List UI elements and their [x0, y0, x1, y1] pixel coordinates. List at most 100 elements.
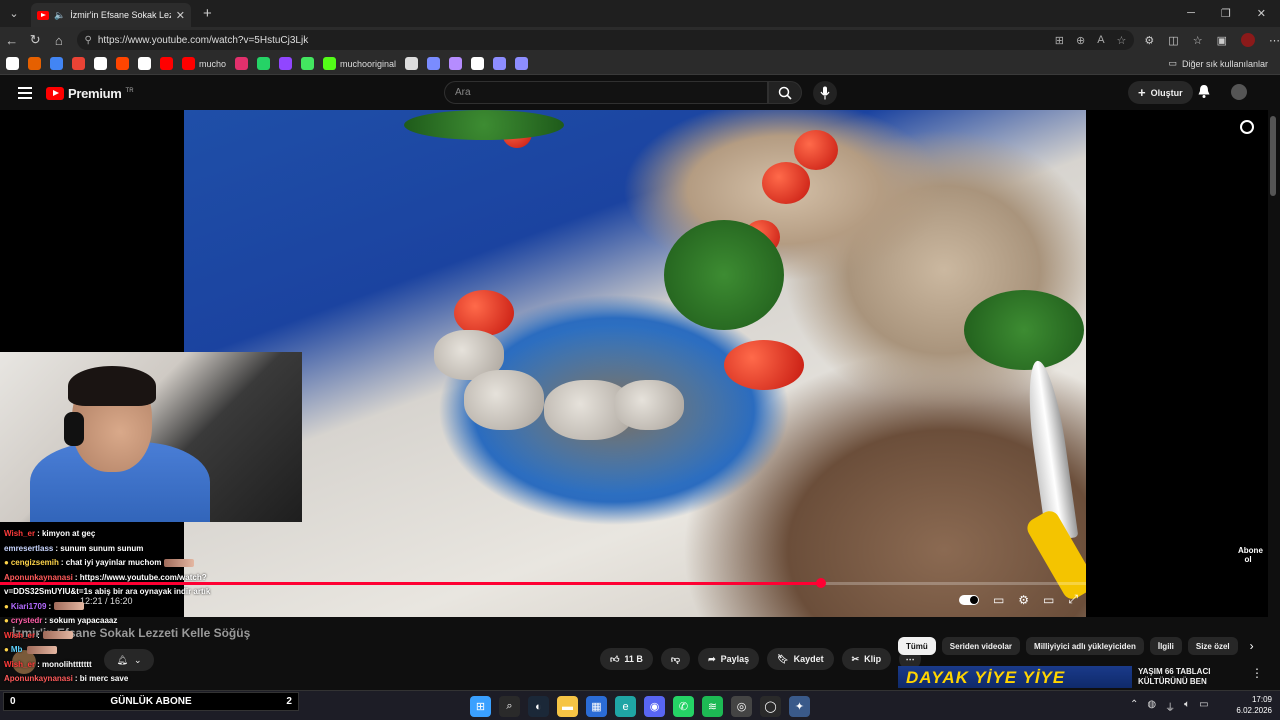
app-icon[interactable]: ✦ — [789, 696, 810, 717]
filter-chip[interactable]: Size özel — [1187, 637, 1238, 655]
search-button[interactable] — [768, 81, 802, 104]
bookmark-item[interactable] — [493, 57, 507, 70]
filter-chip[interactable]: Tümü — [898, 637, 936, 655]
discord-icon[interactable]: ◉ — [644, 696, 665, 717]
search-icon[interactable]: ⌕ — [499, 696, 520, 717]
scrollbar-thumb[interactable] — [1270, 116, 1276, 196]
store-icon[interactable]: ▦ — [586, 696, 607, 717]
info-icon[interactable] — [1240, 120, 1254, 134]
tray-overflow-icon[interactable]: ⌃ — [1130, 699, 1138, 714]
new-tab-button[interactable]: + — [203, 5, 212, 22]
bookmark-item[interactable] — [50, 57, 63, 70]
site-info-icon[interactable]: ⚲ — [85, 35, 92, 46]
speaker-icon[interactable]: 🔈 — [54, 10, 65, 21]
clip-button[interactable]: ✂ Klip — [841, 648, 892, 670]
collections-icon[interactable]: ▣ — [1217, 34, 1227, 47]
recommended-thumbnail[interactable]: DAYAK YİYE YİYE — [898, 666, 1132, 688]
spotify-icon[interactable]: ≋ — [702, 696, 723, 717]
stream-chat-overlay: Wish_er: kimyon at geç emresertlass: sunu… — [0, 527, 300, 690]
fullscreen-icon[interactable]: ⤢ — [1068, 592, 1078, 607]
voice-search-button[interactable] — [813, 81, 837, 105]
taskbar-clock[interactable]: 17:09 6.02.2026 — [1230, 694, 1272, 716]
video-frame[interactable] — [184, 110, 1086, 617]
bookmark-item[interactable] — [235, 57, 249, 70]
other-favorites[interactable]: ▭ Diğer sık kullanılanlar — [1168, 58, 1280, 69]
bookmark-item[interactable] — [301, 57, 315, 70]
extensions-icon[interactable]: ⚙ — [1144, 34, 1154, 47]
reload-icon[interactable]: ↻ — [24, 32, 48, 48]
youtube-logo[interactable]: Premium TR — [46, 86, 134, 101]
bookmark-item[interactable] — [279, 57, 293, 70]
bookmark-item[interactable] — [94, 57, 107, 70]
windows-icon[interactable]: ⊞ — [470, 696, 491, 717]
youtube-logo-icon — [46, 86, 64, 100]
chat-message: Aponunkaynanasi: https://www.youtube.com… — [0, 571, 300, 586]
account-avatar[interactable] — [1231, 84, 1247, 100]
save-button[interactable]: 🔖︎ Kaydet — [767, 648, 834, 670]
bookmark-item[interactable] — [72, 57, 85, 70]
bookmark-item[interactable]: muchooriginal — [323, 57, 396, 70]
volume-icon[interactable]: 🔈︎ — [1184, 699, 1190, 714]
filter-chip[interactable]: Milliyiyici adlı yükleyiciden — [1026, 637, 1144, 655]
app-icon[interactable]: ◎ — [731, 696, 752, 717]
folder-icon[interactable]: ▬ — [557, 696, 578, 717]
bookmark-item[interactable] — [6, 57, 19, 70]
profile-avatar[interactable] — [1240, 33, 1255, 47]
bookmark-item[interactable] — [160, 57, 173, 70]
autoplay-toggle[interactable] — [958, 594, 979, 605]
back-icon[interactable]: ← — [0, 33, 24, 48]
favorite-star-icon[interactable]: ☆ — [1117, 34, 1127, 47]
subscribe-watermark[interactable]: Abone ol — [1238, 546, 1263, 568]
bookmark-item[interactable] — [427, 57, 441, 70]
notifications-bell-icon[interactable] — [1197, 84, 1211, 104]
bookmark-item[interactable]: mucho — [182, 57, 226, 70]
recommended-more-icon[interactable]: ⋮ — [1251, 666, 1263, 680]
page-scrollbar[interactable] — [1270, 110, 1278, 690]
bookmark-item[interactable] — [405, 57, 419, 70]
tab-list-icon[interactable]: ⌄ — [3, 3, 25, 25]
tray-app-icon[interactable]: ◍ — [1147, 699, 1156, 714]
battery-icon[interactable]: ▭ — [1199, 699, 1208, 714]
split-screen-icon[interactable]: ◫ — [1168, 34, 1178, 47]
app-icon[interactable]: ◯ — [760, 696, 781, 717]
app-available-icon[interactable]: ⊞ — [1055, 34, 1064, 47]
minimize-icon[interactable]: ─ — [1187, 7, 1195, 20]
chevron-right-icon[interactable]: › — [1250, 637, 1254, 655]
scrubber-handle[interactable] — [816, 578, 827, 588]
zoom-icon[interactable]: ⊕ — [1076, 34, 1085, 47]
network-icon[interactable]: ⏚ — [1165, 699, 1175, 714]
dislike-button[interactable]: 👎︎ — [660, 648, 691, 670]
favorites-icon[interactable]: ☆ — [1193, 34, 1203, 47]
bookmark-item[interactable] — [471, 57, 485, 70]
chat-text: : sunum sunum sunum — [55, 543, 144, 553]
browser-tab[interactable]: 🔈 İzmir'in Efsane Sokak Lezzeti K ✕ — [31, 3, 191, 27]
restore-icon[interactable]: ❐ — [1221, 7, 1231, 20]
settings-gear-icon[interactable]: ⚙ — [1018, 593, 1029, 607]
bookmark-item[interactable] — [28, 57, 41, 70]
filter-chip[interactable]: İlgili — [1149, 637, 1182, 655]
create-button[interactable]: + Oluştur — [1128, 81, 1193, 104]
recommended-video[interactable]: DAYAK YİYE YİYE YAŞIM 66 TABLACI KÜLTÜRÜ… — [898, 666, 1268, 688]
bookmark-item[interactable] — [515, 57, 529, 70]
tab-close-icon[interactable]: ✕ — [176, 9, 185, 22]
url-field[interactable]: ⚲ https://www.youtube.com/watch?v=5HstuC… — [76, 30, 1135, 50]
theater-mode-icon[interactable]: ▭ — [1043, 593, 1054, 607]
close-window-icon[interactable]: ✕ — [1257, 7, 1266, 20]
bookmark-item[interactable] — [257, 57, 271, 70]
menu-icon[interactable] — [18, 87, 32, 99]
search-input[interactable]: Ara — [444, 81, 768, 104]
bookmark-item[interactable] — [116, 57, 129, 70]
bookmark-item[interactable] — [449, 57, 463, 70]
filter-chip[interactable]: Seriden videolar — [941, 637, 1021, 655]
share-button[interactable]: ➦ Paylaş — [698, 648, 760, 670]
subtitles-icon[interactable]: ▭ — [993, 593, 1004, 607]
recommended-title[interactable]: YAŞIM 66 TABLACI KÜLTÜRÜNÜ BEN — [1138, 667, 1248, 687]
steam-icon[interactable]: ◐ — [528, 696, 549, 717]
home-icon[interactable]: ⌂ — [47, 33, 71, 48]
whatsapp-icon[interactable]: ✆ — [673, 696, 694, 717]
edge-icon[interactable]: e — [615, 696, 636, 717]
bookmark-item[interactable] — [138, 57, 151, 70]
like-button[interactable]: 👍︎ 11 B — [600, 648, 653, 670]
more-menu-icon[interactable]: ⋯ — [1269, 34, 1280, 47]
read-aloud-icon[interactable]: A — [1097, 34, 1104, 47]
